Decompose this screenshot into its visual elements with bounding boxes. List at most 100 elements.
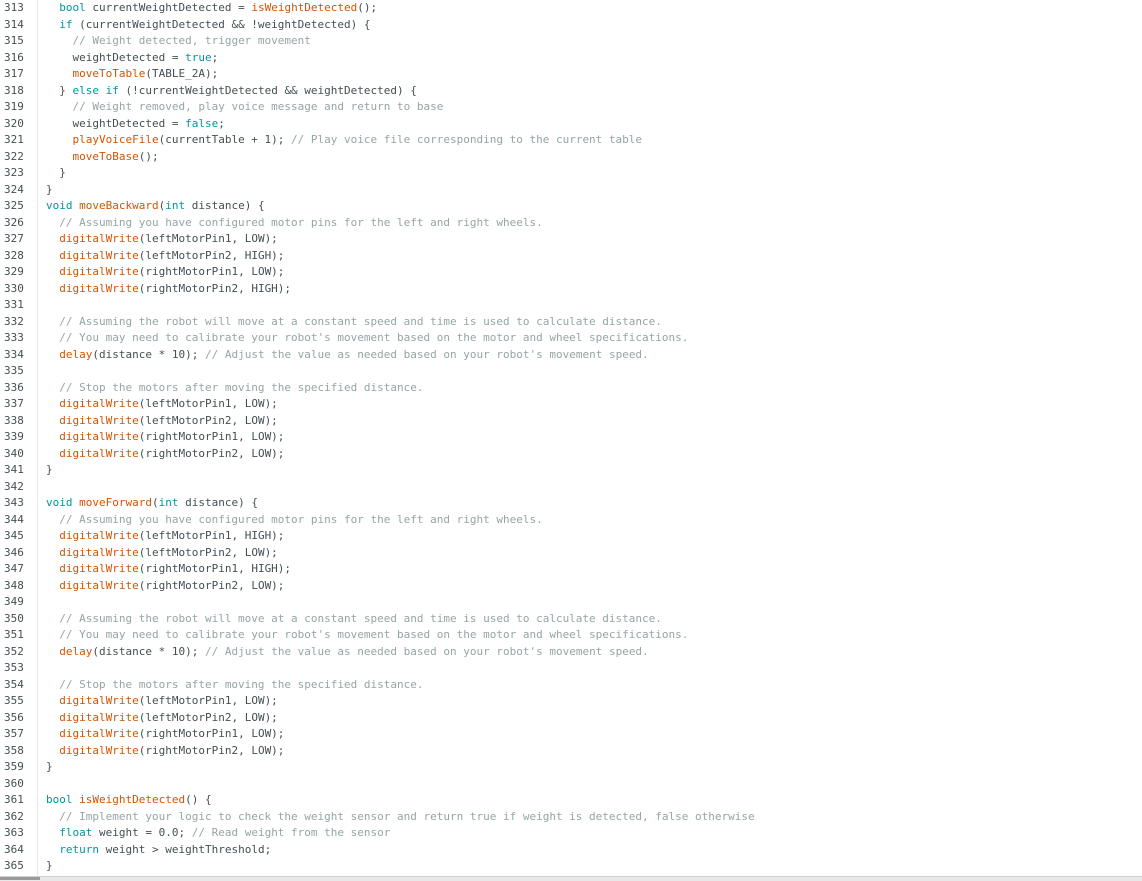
code-editor[interactable]: 313 bool currentWeightDetected = isWeigh… (0, 0, 1142, 876)
code-text[interactable]: digitalWrite(leftMotorPin1, LOW); (46, 396, 278, 413)
code-text[interactable]: // Weight removed, play voice message an… (46, 99, 444, 116)
code-line[interactable]: 316 weightDetected = true; (0, 50, 1142, 67)
code-text[interactable]: void moveForward(int distance) { (46, 495, 258, 512)
code-line[interactable]: 324} (0, 182, 1142, 199)
code-line[interactable]: 360 (0, 776, 1142, 793)
code-text[interactable]: // Assuming the robot will move at a con… (46, 611, 662, 628)
code-text[interactable]: moveToTable(TABLE_2A); (46, 66, 219, 83)
code-line[interactable]: 341} (0, 462, 1142, 479)
code-line[interactable]: 331 (0, 297, 1142, 314)
code-line[interactable]: 340 digitalWrite(rightMotorPin2, LOW); (0, 446, 1142, 463)
code-line[interactable]: 348 digitalWrite(rightMotorPin2, LOW); (0, 578, 1142, 595)
code-line[interactable]: 355 digitalWrite(leftMotorPin1, LOW); (0, 693, 1142, 710)
code-text[interactable]: // Assuming you have configured motor pi… (46, 215, 542, 232)
code-text[interactable]: digitalWrite(rightMotorPin1, LOW); (46, 429, 284, 446)
code-line[interactable]: 328 digitalWrite(leftMotorPin2, HIGH); (0, 248, 1142, 265)
code-text[interactable]: digitalWrite(leftMotorPin2, HIGH); (46, 248, 284, 265)
code-line[interactable]: 318 } else if (!currentWeightDetected &&… (0, 83, 1142, 100)
code-text[interactable]: weightDetected = true; (46, 50, 218, 67)
code-text[interactable]: // Assuming the robot will move at a con… (46, 314, 662, 331)
code-text[interactable]: digitalWrite(rightMotorPin1, HIGH); (46, 561, 291, 578)
code-text[interactable]: bool currentWeightDetected = isWeightDet… (46, 0, 377, 17)
code-line[interactable]: 338 digitalWrite(leftMotorPin2, LOW); (0, 413, 1142, 430)
code-text[interactable]: digitalWrite(rightMotorPin2, HIGH); (46, 281, 291, 298)
code-text[interactable]: if (currentWeightDetected && !weightDete… (46, 17, 370, 34)
code-text[interactable]: digitalWrite(rightMotorPin2, LOW); (46, 578, 284, 595)
code-line[interactable]: 359} (0, 759, 1142, 776)
code-text[interactable]: digitalWrite(rightMotorPin2, LOW); (46, 743, 284, 760)
code-line[interactable]: 350 // Assuming the robot will move at a… (0, 611, 1142, 628)
code-line[interactable]: 342 (0, 479, 1142, 496)
code-line[interactable]: 345 digitalWrite(leftMotorPin1, HIGH); (0, 528, 1142, 545)
code-text[interactable]: float weight = 0.0; // Read weight from … (46, 825, 390, 842)
code-line[interactable]: 333 // You may need to calibrate your ro… (0, 330, 1142, 347)
code-line[interactable]: 337 digitalWrite(leftMotorPin1, LOW); (0, 396, 1142, 413)
code-line[interactable]: 334 delay(distance * 10); // Adjust the … (0, 347, 1142, 364)
code-text[interactable]: // You may need to calibrate your robot'… (46, 330, 688, 347)
code-text[interactable]: // Stop the motors after moving the spec… (46, 380, 423, 397)
code-line[interactable]: 346 digitalWrite(leftMotorPin2, LOW); (0, 545, 1142, 562)
code-text[interactable]: digitalWrite(leftMotorPin1, LOW); (46, 693, 278, 710)
code-line[interactable]: 323 } (0, 165, 1142, 182)
code-line[interactable]: 347 digitalWrite(rightMotorPin1, HIGH); (0, 561, 1142, 578)
code-text[interactable]: bool isWeightDetected() { (46, 792, 212, 809)
code-text[interactable]: } (46, 759, 53, 776)
code-text[interactable]: // Implement your logic to check the wei… (46, 809, 754, 826)
code-text[interactable]: moveToBase(); (46, 149, 159, 166)
code-text[interactable]: digitalWrite(rightMotorPin2, LOW); (46, 446, 284, 463)
horizontal-scrollbar[interactable] (0, 876, 1142, 881)
code-line[interactable]: 314 if (currentWeightDetected && !weight… (0, 17, 1142, 34)
code-line[interactable]: 353 (0, 660, 1142, 677)
code-text[interactable]: // Weight detected, trigger movement (46, 33, 311, 50)
code-line[interactable]: 326 // Assuming you have configured moto… (0, 215, 1142, 232)
code-line[interactable]: 330 digitalWrite(rightMotorPin2, HIGH); (0, 281, 1142, 298)
code-text[interactable]: delay(distance * 10); // Adjust the valu… (46, 347, 648, 364)
code-line[interactable]: 356 digitalWrite(leftMotorPin2, LOW); (0, 710, 1142, 727)
code-text[interactable]: digitalWrite(leftMotorPin2, LOW); (46, 413, 278, 430)
code-line[interactable]: 349 (0, 594, 1142, 611)
code-text[interactable]: digitalWrite(leftMotorPin2, LOW); (46, 710, 278, 727)
code-line[interactable]: 339 digitalWrite(rightMotorPin1, LOW); (0, 429, 1142, 446)
code-text[interactable]: digitalWrite(leftMotorPin1, LOW); (46, 231, 278, 248)
code-text[interactable]: playVoiceFile(currentTable + 1); // Play… (46, 132, 643, 149)
code-line[interactable]: 354 // Stop the motors after moving the … (0, 677, 1142, 694)
code-line[interactable]: 335 (0, 363, 1142, 380)
code-text[interactable]: // Stop the motors after moving the spec… (46, 677, 423, 694)
code-line[interactable]: 320 weightDetected = false; (0, 116, 1142, 133)
code-line[interactable]: 363 float weight = 0.0; // Read weight f… (0, 825, 1142, 842)
code-text[interactable]: delay(distance * 10); // Adjust the valu… (46, 644, 648, 661)
code-line[interactable]: 357 digitalWrite(rightMotorPin1, LOW); (0, 726, 1142, 743)
code-text[interactable]: // Assuming you have configured motor pi… (46, 512, 542, 529)
code-text[interactable]: digitalWrite(leftMotorPin1, HIGH); (46, 528, 284, 545)
code-line[interactable]: 332 // Assuming the robot will move at a… (0, 314, 1142, 331)
code-text[interactable]: digitalWrite(rightMotorPin1, LOW); (46, 264, 284, 281)
code-text[interactable]: weightDetected = false; (46, 116, 224, 133)
code-text[interactable]: } (46, 858, 53, 875)
code-line[interactable]: 325 void moveBackward(int distance) { (0, 198, 1142, 215)
code-text[interactable]: return weight > weightThreshold; (46, 842, 271, 859)
code-line[interactable]: 351 // You may need to calibrate your ro… (0, 627, 1142, 644)
code-text[interactable]: } (46, 165, 66, 182)
code-line[interactable]: 313 bool currentWeightDetected = isWeigh… (0, 0, 1142, 17)
code-line[interactable]: 364 return weight > weightThreshold; (0, 842, 1142, 859)
code-text[interactable]: digitalWrite(leftMotorPin2, LOW); (46, 545, 278, 562)
code-line[interactable]: 321 playVoiceFile(currentTable + 1); // … (0, 132, 1142, 149)
code-line[interactable]: 322 moveToBase(); (0, 149, 1142, 166)
code-line[interactable]: 319 // Weight removed, play voice messag… (0, 99, 1142, 116)
code-text[interactable]: // You may need to calibrate your robot'… (46, 627, 688, 644)
code-text[interactable]: digitalWrite(rightMotorPin1, LOW); (46, 726, 284, 743)
code-line[interactable]: 336 // Stop the motors after moving the … (0, 380, 1142, 397)
code-text[interactable]: } (46, 182, 53, 199)
code-text[interactable]: } else if (!currentWeightDetected && wei… (46, 83, 417, 100)
code-line[interactable]: 361 bool isWeightDetected() { (0, 792, 1142, 809)
code-line[interactable]: 344 // Assuming you have configured moto… (0, 512, 1142, 529)
code-line[interactable]: 352 delay(distance * 10); // Adjust the … (0, 644, 1142, 661)
code-line[interactable]: 317 moveToTable(TABLE_2A); (0, 66, 1142, 83)
code-line[interactable]: 365} (0, 858, 1142, 875)
code-line[interactable]: 358 digitalWrite(rightMotorPin2, LOW); (0, 743, 1142, 760)
code-text[interactable]: } (46, 462, 53, 479)
code-line[interactable]: 315 // Weight detected, trigger movement (0, 33, 1142, 50)
code-line[interactable]: 327 digitalWrite(leftMotorPin1, LOW); (0, 231, 1142, 248)
code-line[interactable]: 329 digitalWrite(rightMotorPin1, LOW); (0, 264, 1142, 281)
code-line[interactable]: 362 // Implement your logic to check the… (0, 809, 1142, 826)
